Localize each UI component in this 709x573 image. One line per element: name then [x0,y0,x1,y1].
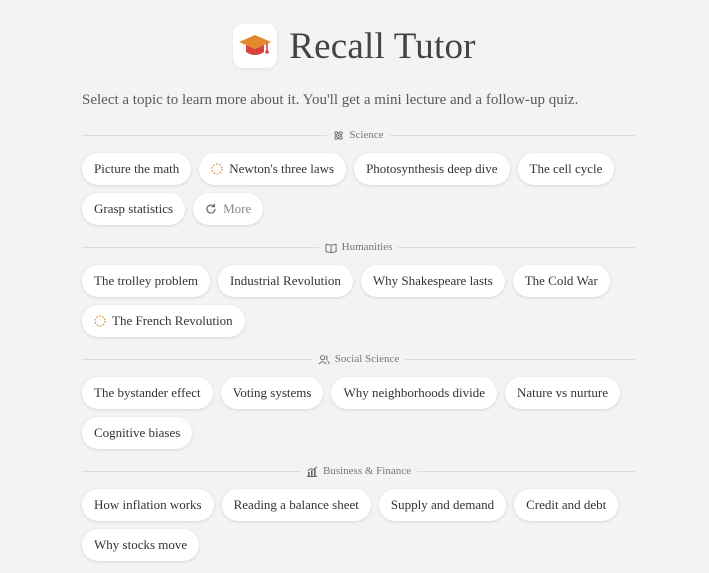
topic-chip[interactable]: The French Revolution [82,305,245,337]
topic-label: Why Shakespeare lasts [372,273,493,288]
topic-label: Credit and debt [526,497,607,512]
section-heading: Science [327,129,390,141]
topic-label: The cell cycle [529,161,603,176]
app-title: Recall Tutor [289,25,476,67]
section-divider: Social Science [82,351,635,367]
topic-label: Newton's three laws [229,161,335,176]
section-label: Social Science [334,353,400,365]
topic-label: Picture the math [94,161,180,176]
chart-icon [307,465,318,477]
topic-label: Supply and demand [390,497,495,512]
topic-label: The bystander effect [94,385,201,400]
topic-chip[interactable]: Why neighborhoods divide [331,377,498,409]
loading-spinner-icon [211,163,223,175]
book-icon [325,243,337,253]
topic-chip[interactable]: Voting systems [220,377,324,409]
section-heading: Humanities [318,241,399,253]
section-label: Humanities [341,241,393,253]
topic-chip[interactable]: The trolley problem [82,265,210,297]
topic-chip[interactable]: Nature vs nurture [505,377,620,409]
atom-icon [334,130,344,140]
topic-chip[interactable]: Reading a balance sheet [221,489,371,521]
section-social-science: Social Science The bystander effect Voti… [82,351,635,449]
topic-label: The trolley problem [94,273,198,288]
topic-chip[interactable]: The bystander effect [82,377,213,409]
topic-label: Nature vs nurture [517,385,608,400]
topic-label: Voting systems [232,385,312,400]
topic-list: The bystander effect Voting systems Why … [82,377,635,449]
topic-label: Cognitive biases [94,425,181,440]
app-header: Recall Tutor [0,24,709,68]
section-label: Science [349,129,384,141]
topic-list: The trolley problem Industrial Revolutio… [82,265,635,337]
section-science: Science Picture the math Newton's three … [82,127,635,225]
section-heading: Social Science [311,353,406,365]
topic-label: How inflation works [94,497,202,512]
topic-chip[interactable]: Industrial Revolution [217,265,353,297]
more-topics-button[interactable]: More [193,193,264,225]
users-icon [318,354,330,364]
section-humanities: Humanities The trolley problem Industria… [82,239,635,337]
topic-chip[interactable]: Why Shakespeare lasts [360,265,505,297]
topic-label: The French Revolution [112,313,233,328]
topic-label: Why stocks move [94,537,188,552]
section-divider: Business & Finance [82,463,635,479]
topic-chip[interactable]: Grasp statistics [82,193,186,225]
topic-list: Picture the math Newton's three laws Pho… [82,153,635,225]
topic-chip[interactable]: Newton's three laws [199,153,347,185]
topic-chip[interactable]: Why stocks move [82,529,200,561]
topic-label: Photosynthesis deep dive [366,161,498,176]
topic-list: How inflation works Reading a balance sh… [82,489,635,561]
graduation-cap-icon [233,24,278,68]
more-label: More [223,201,252,216]
intro-text: Select a topic to learn more about it. Y… [82,92,579,108]
topic-chip[interactable]: Picture the math [82,153,192,185]
loading-spinner-icon [94,315,106,327]
topic-label: Grasp statistics [94,201,174,216]
section-heading: Business & Finance [300,465,417,477]
topic-chip[interactable]: Supply and demand [378,489,507,521]
refresh-icon [206,203,216,214]
topic-chip[interactable]: How inflation works [82,489,214,521]
topic-label: Industrial Revolution [229,273,341,288]
section-divider: Science [82,127,635,143]
topic-label: Why neighborhoods divide [343,385,486,400]
topic-chip[interactable]: The cell cycle [517,153,615,185]
topic-chip[interactable]: Cognitive biases [82,417,193,449]
section-divider: Humanities [82,239,635,255]
topic-chip[interactable]: Photosynthesis deep dive [354,153,510,185]
topic-label: Reading a balance sheet [233,497,359,512]
section-business-finance: Business & Finance How inflation works R… [82,463,635,561]
section-label: Business & Finance [323,465,411,477]
topic-chip[interactable]: Credit and debt [514,489,619,521]
topic-chip[interactable]: The Cold War [512,265,610,297]
topic-label: The Cold War [524,273,598,288]
